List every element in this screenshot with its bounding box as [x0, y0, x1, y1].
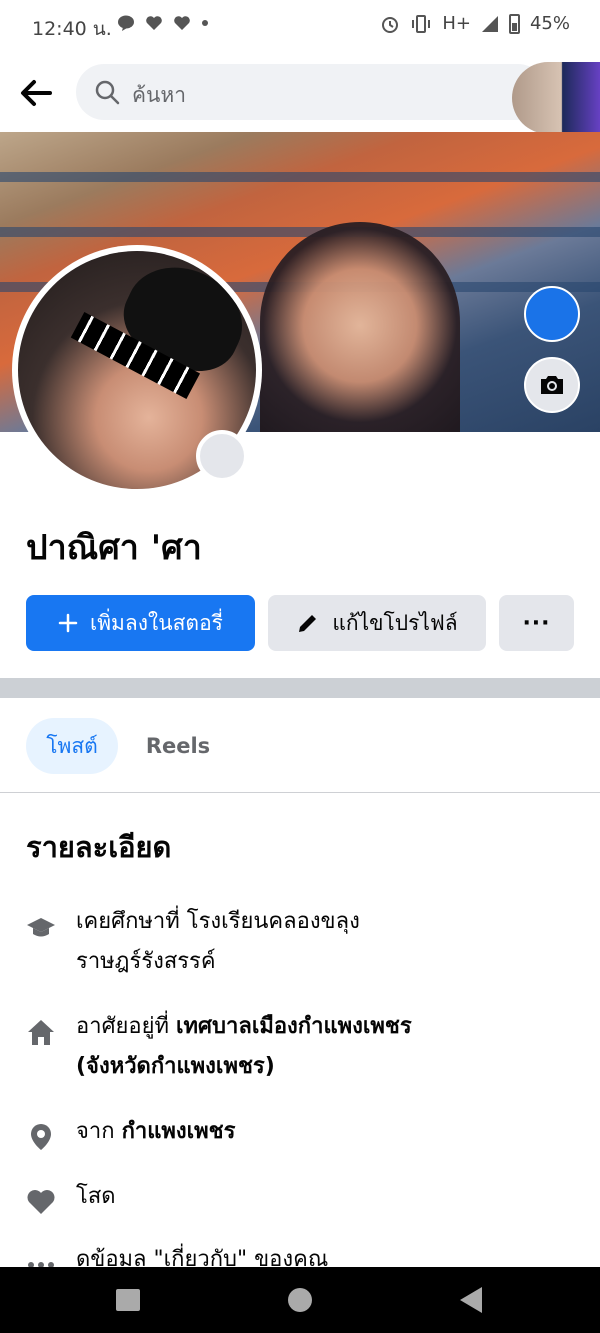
more-dots-icon — [28, 1262, 54, 1267]
camera-icon — [541, 376, 563, 394]
recent-apps-button[interactable] — [116, 1289, 140, 1311]
education-text: เคยศึกษาที่ โรงเรียนคลองขลุง — [76, 909, 360, 934]
signal-icon — [481, 15, 498, 32]
battery-percent: 45% — [529, 13, 570, 34]
more-options-button[interactable]: ··· — [499, 595, 574, 651]
from-prefix: จาก — [76, 1119, 122, 1144]
detail-education: เคยศึกษาที่ โรงเรียนคลองขลุง ราษฎร์รังสร… — [26, 902, 566, 982]
relationship-text: โสด — [76, 1184, 116, 1209]
edit-profile-button[interactable]: แก้ไขโปรไฟล์ — [268, 595, 486, 651]
detail-relationship: โสด — [26, 1177, 566, 1217]
cover-photo-subject — [260, 222, 460, 432]
story-ring-button[interactable] — [524, 286, 580, 342]
heart-notification-icon-2 — [174, 16, 190, 30]
tab-reels[interactable]: Reels — [140, 718, 216, 774]
status-time: 12:40 น. — [32, 18, 112, 40]
system-nav-bar — [0, 1267, 600, 1333]
plus-icon — [58, 613, 78, 633]
back-button[interactable] — [16, 72, 58, 114]
back-nav-button[interactable] — [460, 1287, 482, 1313]
edit-profile-label: แก้ไขโปรไฟล์ — [332, 610, 458, 635]
search-input[interactable]: ค้นหา — [76, 64, 546, 120]
tabs-divider — [0, 792, 600, 793]
tab-posts[interactable]: โพสต์ — [26, 718, 118, 774]
add-to-story-label: เพิ่มลงในสตอรี่ — [90, 610, 223, 635]
home-icon — [28, 1020, 54, 1045]
profile-name: ปาณิศา 'ศา — [26, 528, 202, 568]
status-bar: 12:40 น. H+ 45% — [0, 0, 600, 52]
home-button[interactable] — [288, 1288, 312, 1312]
lives-in-place[interactable]: เทศบาลเมืองกำแพงเพชร — [176, 1014, 412, 1039]
detail-about-link[interactable]: ดูข้อมูล "เกี่ยวกับ" ของคุณ — [26, 1240, 566, 1267]
heart-notification-icon — [146, 16, 162, 30]
details-heading: รายละเอียด — [26, 830, 172, 864]
avatar-edit-button[interactable] — [196, 430, 248, 482]
top-header: ค้นหา — [0, 52, 600, 134]
edit-cover-button[interactable] — [524, 357, 580, 413]
lives-in-prefix: อาศัยอยู่ที่ — [76, 1014, 177, 1039]
tab-reels-label: Reels — [145, 734, 211, 758]
vibrate-icon — [412, 14, 431, 33]
profile-switch-avatar[interactable] — [512, 62, 600, 134]
cover-detail — [0, 227, 600, 237]
line-app-icon — [118, 15, 134, 31]
detail-from: จาก กำแพงเพชร — [26, 1112, 566, 1152]
heart-icon — [27, 1190, 55, 1214]
education-text-line2: ราษฎร์รังสรรค์ — [76, 949, 216, 974]
search-placeholder: ค้นหา — [132, 83, 187, 107]
graduation-cap-icon — [27, 918, 55, 937]
network-type: H+ — [442, 13, 471, 34]
notification-icons — [117, 14, 209, 32]
add-to-story-button[interactable]: เพิ่มลงในสตอรี่ — [26, 595, 255, 651]
from-place[interactable]: กำแพงเพชร — [122, 1119, 236, 1144]
tab-posts-label: โพสต์ — [46, 733, 98, 758]
about-link-text[interactable]: ดูข้อมูล "เกี่ยวกับ" ของคุณ — [76, 1240, 328, 1267]
status-right-group: H+ 45% — [380, 13, 570, 34]
detail-lives-in: อาศัยอยู่ที่ เทศบาลเมืองกำแพงเพชร (จังหว… — [26, 1007, 566, 1087]
section-divider — [0, 678, 600, 698]
arrow-left-icon — [21, 80, 52, 106]
battery-icon — [508, 13, 520, 34]
pencil-icon — [299, 615, 317, 632]
lives-in-place-line2[interactable]: (จังหวัดกำแพงเพชร) — [76, 1054, 275, 1079]
alarm-icon — [382, 16, 399, 33]
cover-detail — [0, 172, 600, 182]
more-options-label: ··· — [522, 610, 551, 636]
search-icon — [95, 80, 120, 105]
more-notifications-dot-icon — [202, 20, 208, 26]
location-pin-icon — [31, 1124, 51, 1150]
